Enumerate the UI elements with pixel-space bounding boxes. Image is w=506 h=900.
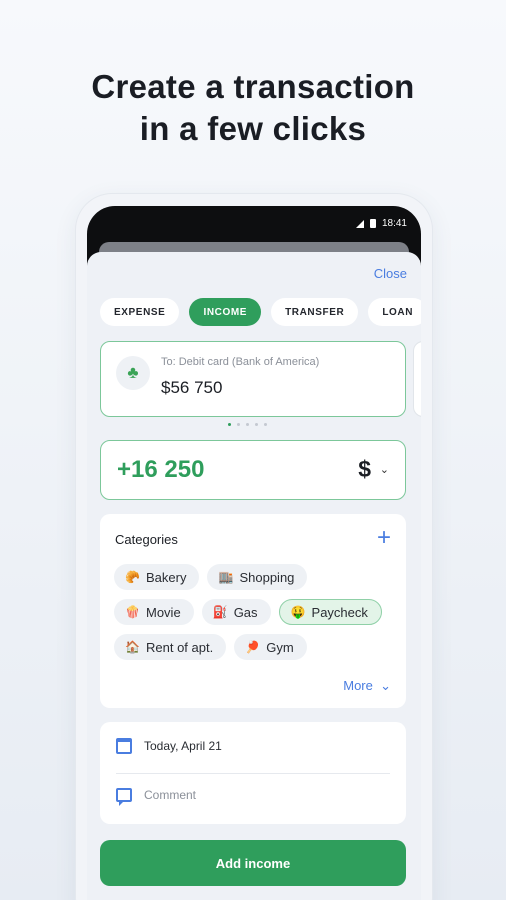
bakery-icon: 🥐	[125, 570, 140, 584]
popcorn-icon: 🍿	[125, 605, 140, 619]
calendar-icon	[116, 738, 132, 754]
money-face-icon: 🤑	[290, 605, 306, 619]
headline-line-2: in a few clicks	[139, 110, 367, 147]
category-chip-bakery[interactable]: 🥐 Bakery	[114, 564, 200, 590]
category-chip-gym[interactable]: 🏓 Gym	[234, 634, 307, 660]
status-time: 18:41	[381, 218, 407, 229]
date-value: Today, April 21	[144, 739, 222, 753]
details-card: Today, April 21 Comment	[100, 722, 406, 824]
categories-title: Categories	[115, 532, 178, 547]
signal-icon	[355, 219, 364, 228]
amount-value: +16 250	[117, 456, 205, 483]
headline-line-1: Create a transaction	[91, 68, 415, 105]
carousel-dot	[264, 423, 267, 426]
next-account-card[interactable]	[413, 341, 421, 417]
category-chip-shopping[interactable]: 🏬 Shopping	[207, 564, 308, 590]
more-label: More	[343, 678, 373, 693]
headline: Create a transaction in a few clicks	[0, 66, 506, 150]
category-chips: 🥐 Bakery 🏬 Shopping 🍿 Movie ⛽ Gas 🤑 Payc…	[114, 564, 404, 669]
type-tabs: EXPENSE INCOME TRANSFER LOAN	[100, 298, 421, 326]
more-categories-button[interactable]: More ⌄	[343, 678, 391, 694]
amount-field[interactable]: +16 250 $ ⌄	[100, 440, 406, 500]
carousel-dot	[237, 423, 240, 426]
tab-transfer[interactable]: TRANSFER	[271, 298, 359, 326]
status-bar: 18:41	[355, 218, 407, 229]
category-chip-label: Shopping	[239, 569, 295, 585]
currency-selector[interactable]: $	[358, 456, 371, 483]
category-chip-rent[interactable]: 🏠 Rent of apt.	[114, 634, 227, 660]
tab-loan[interactable]: LOAN	[368, 298, 421, 326]
date-field[interactable]: Today, April 21	[116, 738, 222, 754]
account-label: To: Debit card (Bank of America)	[161, 356, 320, 368]
close-button[interactable]: Close	[374, 266, 407, 281]
chevron-down-icon: ⌄	[376, 678, 391, 693]
fuel-icon: ⛽	[212, 605, 228, 619]
battery-icon	[369, 219, 376, 228]
category-chip-label: Gym	[266, 639, 294, 655]
comment-field[interactable]: Comment	[116, 788, 197, 806]
category-chip-label: Gas	[233, 604, 258, 620]
category-chip-label: Bakery	[146, 569, 187, 585]
tab-income[interactable]: INCOME	[189, 298, 262, 326]
account-card[interactable]: ♣ To: Debit card (Bank of America) $56 7…	[100, 341, 406, 417]
transaction-sheet: Close EXPENSE INCOME TRANSFER LOAN ♣ To:…	[87, 252, 421, 900]
categories-card: Categories + 🥐 Bakery 🏬 Shopping 🍿 Movie	[100, 514, 406, 708]
category-chip-label: Rent of apt.	[146, 639, 214, 655]
account-balance: $56 750	[161, 378, 223, 397]
shopping-icon: 🏬	[218, 570, 234, 584]
house-icon: 🏠	[125, 640, 140, 654]
divider	[116, 773, 390, 774]
category-chip-gas[interactable]: ⛽ Gas	[201, 599, 271, 625]
category-chip-label: Paycheck	[311, 604, 368, 620]
carousel-dot	[228, 423, 231, 426]
category-chip-label: Movie	[146, 604, 181, 620]
ping-pong-icon: 🏓	[245, 640, 261, 654]
tab-expense[interactable]: EXPENSE	[100, 298, 180, 326]
carousel-dot	[246, 423, 249, 426]
add-category-button[interactable]: +	[377, 524, 391, 552]
category-chip-movie[interactable]: 🍿 Movie	[114, 599, 194, 625]
comment-icon	[116, 788, 132, 806]
carousel-indicator	[228, 423, 267, 426]
carousel-dot	[255, 423, 258, 426]
category-chip-paycheck[interactable]: 🤑 Paycheck	[278, 599, 382, 625]
chevron-down-icon[interactable]: ⌄	[380, 463, 389, 476]
add-income-button[interactable]: Add income	[100, 840, 406, 886]
clover-icon: ♣	[116, 356, 150, 390]
comment-placeholder: Comment	[144, 788, 197, 802]
